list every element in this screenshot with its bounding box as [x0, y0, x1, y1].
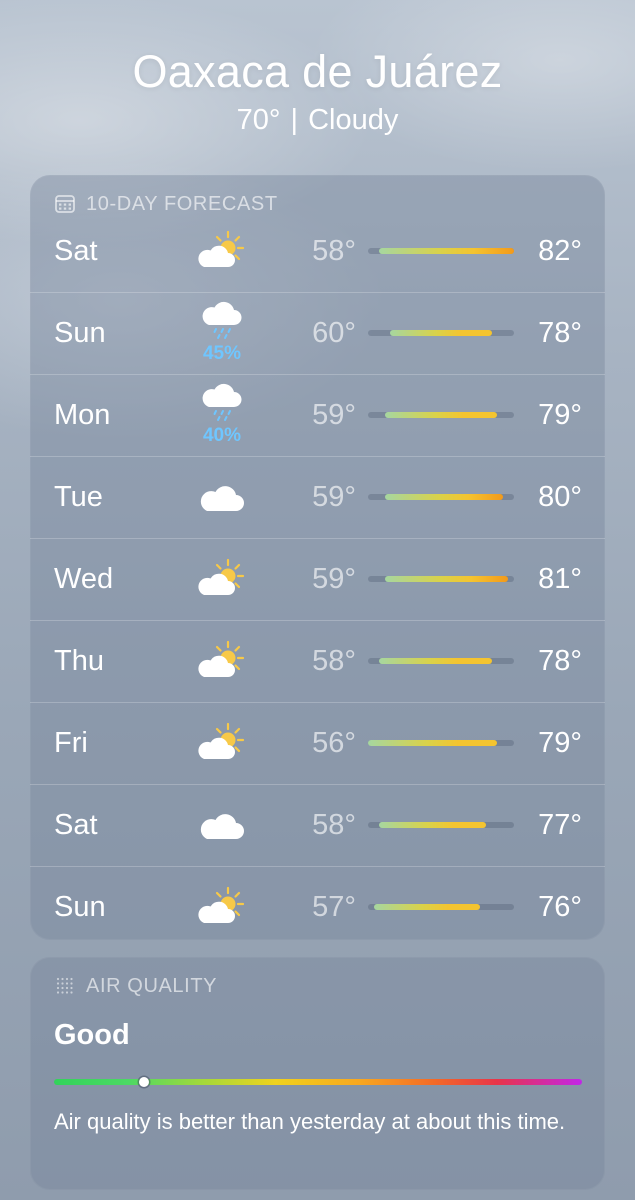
current-condition: Cloudy — [308, 104, 399, 136]
low-temperature: 60° — [312, 317, 356, 349]
temperature-range-bar — [368, 576, 514, 582]
forecast-row[interactable]: Tue 59° 80° — [30, 456, 605, 538]
high-temperature: 77° — [538, 809, 582, 841]
forecast-row[interactable]: Sat 58° 82° — [30, 211, 605, 292]
high-temperature: 80° — [538, 481, 582, 513]
partly-sunny-icon — [194, 721, 250, 765]
precipitation-chance: 40% — [202, 425, 242, 446]
high-temperature: 81° — [538, 563, 582, 595]
high-temperature: 79° — [538, 727, 582, 759]
low-temperature: 59° — [312, 399, 356, 431]
temperature-range-bar — [368, 740, 514, 746]
temperature-range-fill — [390, 330, 492, 336]
current-temperature: 70° — [236, 104, 281, 136]
air-quality-header-label: AIR QUALITY — [86, 974, 218, 997]
temperature-range-fill — [384, 494, 503, 500]
temperature-range-bar — [368, 412, 514, 418]
current-conditions: 70° | Cloudy — [0, 100, 635, 140]
forecast-row[interactable]: Mon 40% 59° 79° — [30, 374, 605, 456]
forecast-day-label: Wed — [54, 563, 114, 595]
partly-sunny-icon — [194, 639, 250, 683]
air-quality-card[interactable]: AIR QUALITY Good Air quality is better t… — [30, 957, 605, 1190]
ten-day-forecast-card[interactable]: 10-DAY FORECAST Sat 58° 82° Sun 45% 60° 78° Mon… — [30, 175, 605, 940]
high-temperature: 76° — [538, 891, 582, 923]
temperature-range-fill — [384, 576, 509, 582]
temperature-range-fill — [379, 822, 486, 828]
temperature-range-bar — [368, 658, 514, 664]
partly-sunny-icon — [194, 229, 250, 273]
temperature-range-fill — [379, 658, 492, 664]
forecast-row[interactable]: Thu 58° 78° — [30, 620, 605, 702]
forecast-day-label: Thu — [54, 645, 104, 677]
temperature-range-bar — [368, 494, 514, 500]
cloud-icon — [194, 803, 250, 847]
low-temperature: 58° — [312, 235, 356, 267]
forecast-day-label: Sat — [54, 809, 98, 841]
partly-sunny-icon — [194, 885, 250, 929]
high-temperature: 78° — [538, 645, 582, 677]
temperature-range-bar — [368, 904, 514, 910]
city-name: Oaxaca de Juárez — [132, 46, 503, 97]
temperature-range-bar — [368, 248, 514, 254]
low-temperature: 59° — [312, 481, 356, 513]
low-temperature: 58° — [312, 645, 356, 677]
forecast-row[interactable]: Sat 58° 77° — [30, 784, 605, 866]
high-temperature: 82° — [538, 235, 582, 267]
low-temperature: 57° — [312, 891, 356, 923]
forecast-day-label: Fri — [54, 727, 88, 759]
cloud-icon — [194, 475, 250, 519]
air-quality-scale — [54, 1077, 582, 1087]
temperature-range-bar — [368, 330, 514, 336]
forecast-day-label: Tue — [54, 481, 103, 513]
partly-sunny-icon — [194, 557, 250, 601]
high-temperature: 79° — [538, 399, 582, 431]
temperature-range-fill — [373, 904, 481, 910]
low-temperature: 58° — [312, 809, 356, 841]
air-quality-value: Good — [54, 1019, 130, 1051]
forecast-rows: Sat 58° 82° Sun 45% 60° 78° Mon 40% 59° 79° Tue 59° 8… — [30, 211, 605, 948]
forecast-day-label: Mon — [54, 399, 111, 431]
forecast-row[interactable]: Sun 57° 76° — [30, 866, 605, 948]
forecast-row[interactable]: Wed 59° 81° — [30, 538, 605, 620]
temperature-range-fill — [384, 412, 498, 418]
precipitation-chance: 45% — [202, 343, 242, 364]
forecast-day-label: Sun — [54, 317, 106, 349]
air-quality-indicator — [138, 1077, 149, 1087]
air-quality-description: Air quality is better than yesterday at … — [54, 1109, 566, 1134]
forecast-row[interactable]: Sun 45% 60° 78° — [30, 292, 605, 374]
low-temperature: 56° — [312, 727, 356, 759]
conditions-separator: | — [290, 104, 299, 136]
location-header: Oaxaca de Juárez 70° | Cloudy — [0, 44, 635, 140]
high-temperature: 78° — [538, 317, 582, 349]
temperature-range-bar — [368, 822, 514, 828]
air-quality-icon — [54, 975, 76, 997]
forecast-row[interactable]: Fri 56° 79° — [30, 702, 605, 784]
temperature-range-fill — [368, 740, 498, 746]
forecast-day-label: Sat — [54, 235, 98, 267]
temperature-range-fill — [379, 248, 514, 254]
rain-cloud-icon — [194, 299, 250, 343]
air-quality-card-header: AIR QUALITY — [54, 973, 217, 999]
forecast-day-label: Sun — [54, 891, 106, 923]
rain-cloud-icon — [194, 381, 250, 425]
low-temperature: 59° — [312, 563, 356, 595]
